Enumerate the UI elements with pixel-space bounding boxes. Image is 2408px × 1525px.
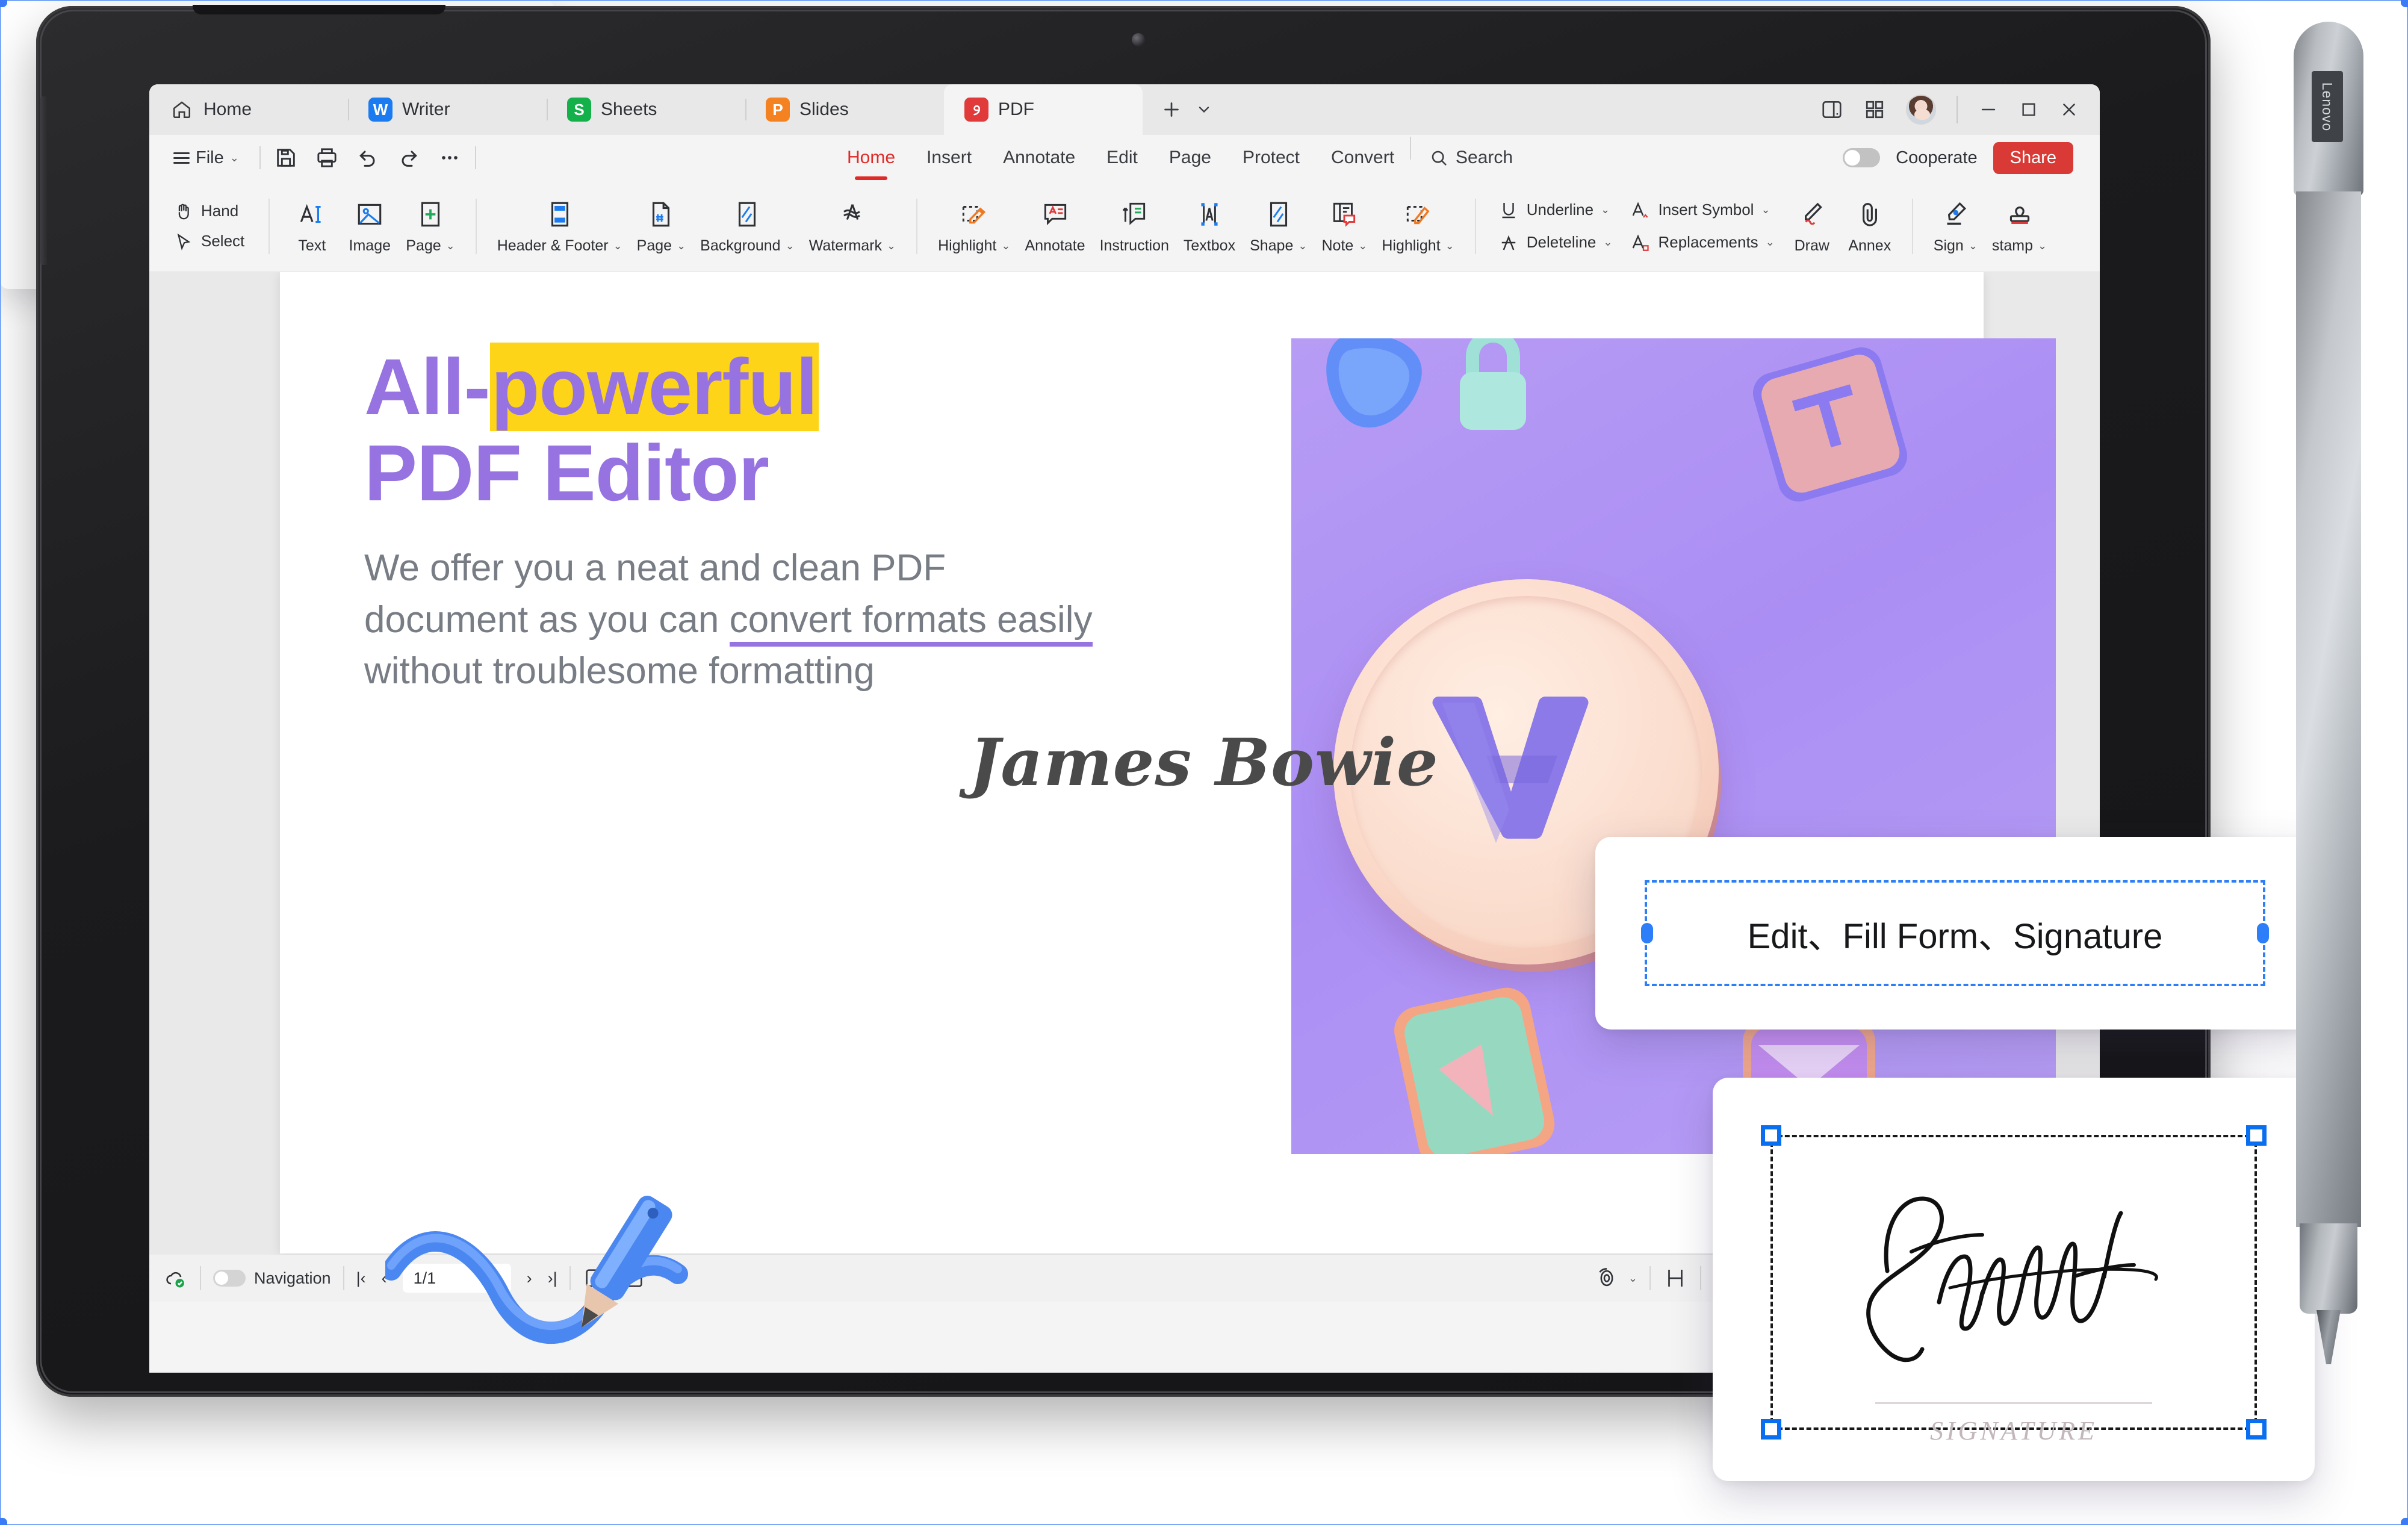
james-bowie-signature-card[interactable]: James Bowie (0, 0, 2408, 1525)
stylus-tip (2316, 1310, 2341, 1364)
stylus-barrel (2296, 191, 2361, 1227)
james-bowie-signature-text: James Bowie (969, 724, 1439, 801)
stylus-cap: Lenovo (2294, 22, 2363, 196)
wps-w-logo-icon (1432, 697, 1589, 843)
stylus-pen: Lenovo (2294, 22, 2363, 1364)
lenovo-logo: Lenovo (2312, 71, 2343, 142)
lenovo-logo-text: Lenovo (2320, 82, 2336, 131)
stylus-tip-section (2300, 1223, 2357, 1314)
screenshot-root: Home W Writer S Sheets P Slides PDF File… (0, 0, 2408, 1525)
